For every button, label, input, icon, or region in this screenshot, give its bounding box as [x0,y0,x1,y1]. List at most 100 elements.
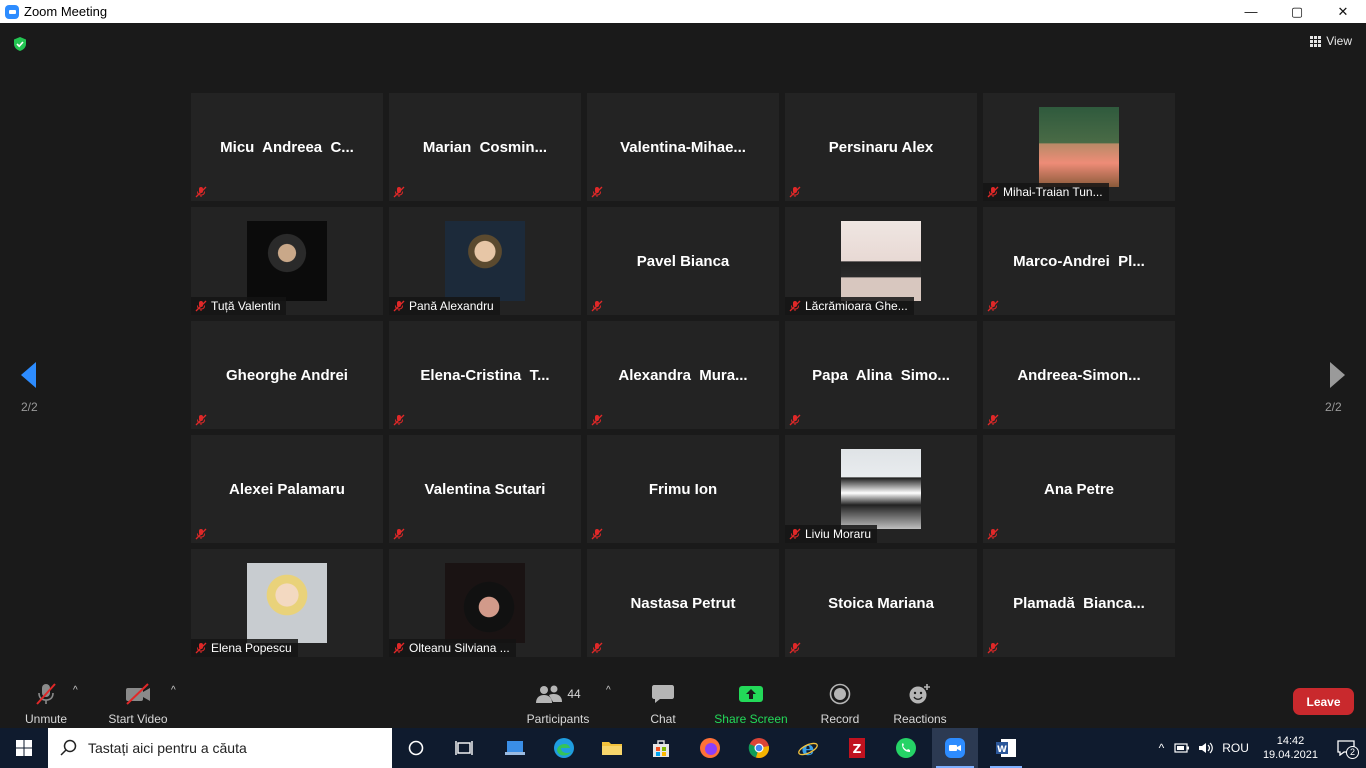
muted-microphone-icon [987,528,999,540]
cortana-circle-icon [408,740,424,756]
participant-name: Lăcrămioara Ghe... [805,299,908,313]
participant-tile[interactable]: Valentina Scutari [389,435,581,543]
participant-tile[interactable]: Nastasa Petrut [587,549,779,657]
muted-microphone-icon [195,300,207,312]
participant-name-label: Pană Alexandru [389,297,500,315]
muted-microphone-icon [789,300,801,312]
taskbar-app-ie[interactable]: e [790,728,826,768]
start-video-button[interactable]: Start Video [105,673,171,728]
show-hidden-icons-chevron-icon[interactable]: ^ [1159,741,1165,755]
audio-options-caret-icon[interactable]: ^ [73,685,78,696]
unmute-button[interactable]: Unmute [20,673,72,728]
taskbar-app-firefox[interactable] [692,728,728,768]
participant-tile[interactable]: Alexei Palamaru [191,435,383,543]
muted-microphone-icon [591,186,603,198]
taskbar-app-word[interactable]: W [986,728,1026,768]
participant-tile[interactable]: Papa Alina Simo... [785,321,977,429]
search-placeholder: Tastați aici pentru a căuta [88,740,247,756]
record-button[interactable]: Record [818,673,862,728]
previous-page-button[interactable]: 2/2 [0,333,60,443]
taskbar-app-edge[interactable] [546,728,582,768]
taskbar-app-laptop[interactable] [497,728,533,768]
taskbar-app-store[interactable] [643,728,679,768]
participant-tile[interactable]: Valentina-Mihae... [587,93,779,201]
close-button[interactable]: ✕ [1320,0,1366,23]
participant-mute-status [393,413,405,426]
share-screen-button[interactable]: Share Screen [714,673,788,728]
participant-tile[interactable]: Ana Petre [983,435,1175,543]
muted-microphone-icon [393,528,405,540]
participant-name: Persinaru Alex [828,138,934,156]
participant-tile[interactable]: Micu Andreea C... [191,93,383,201]
participant-tile[interactable]: Andreea-Simon... [983,321,1175,429]
taskbar-app-winzip[interactable]: Z [839,728,875,768]
muted-microphone-icon [393,414,405,426]
firefox-icon [700,738,720,758]
grid-view-icon [1310,35,1322,47]
participant-tile[interactable]: Plamadă Bianca... [983,549,1175,657]
clock-date: 19.04.2021 [1262,749,1318,761]
participant-tile[interactable]: Pană Alexandru [389,207,581,315]
participant-tile[interactable]: Elena-Cristina T... [389,321,581,429]
participant-mute-status [987,413,999,426]
muted-microphone-icon [591,300,603,312]
participant-tile[interactable]: Tuță Valentin [191,207,383,315]
encryption-shield-icon[interactable] [12,36,28,52]
clock[interactable]: 14:42 19.04.2021 [1263,734,1318,762]
participant-tile[interactable]: Stoica Mariana [785,549,977,657]
muted-microphone-icon [987,642,999,654]
muted-microphone-icon [789,528,801,540]
participant-tile[interactable]: Mihai-Traian Tun... [983,93,1175,201]
volume-icon[interactable] [1198,741,1214,755]
taskbar-app-explorer[interactable] [594,728,630,768]
taskbar-search[interactable]: Tastați aici pentru a căuta [48,728,392,768]
task-view-button[interactable] [446,728,482,768]
participant-mute-status [987,641,999,654]
participant-name: Stoica Mariana [828,594,934,612]
participant-tile[interactable]: Liviu Moraru [785,435,977,543]
start-button[interactable] [0,728,48,768]
participant-tile[interactable]: Marian Cosmin... [389,93,581,201]
reactions-button[interactable]: Reactions [892,673,948,728]
participant-name-label: Elena Popescu [191,639,298,657]
taskbar-app-chrome[interactable] [741,728,777,768]
chat-button[interactable]: Chat [643,673,683,728]
leave-button[interactable]: Leave [1293,688,1354,715]
participants-options-caret-icon[interactable]: ^ [606,685,611,696]
zoom-app-icon [5,4,19,19]
participant-tile[interactable]: Alexandra Mura... [587,321,779,429]
participant-tile[interactable]: Gheorghe Andrei [191,321,383,429]
participant-tile[interactable]: Olteanu Silviana ... [389,549,581,657]
next-page-button[interactable]: 2/2 [1306,333,1366,443]
taskbar-app-whatsapp[interactable] [888,728,924,768]
muted-microphone-icon [591,642,603,654]
page-indicator-left: 2/2 [21,400,38,414]
participant-name: Tuță Valentin [211,299,281,313]
language-indicator[interactable]: ROU [1222,741,1249,755]
participant-tile[interactable]: Persinaru Alex [785,93,977,201]
maximize-button[interactable]: ▢ [1274,0,1320,23]
taskbar-app-zoom[interactable] [932,728,978,768]
participants-count: 44 [567,687,581,701]
participant-tile[interactable]: Pavel Bianca [587,207,779,315]
participant-mute-status [987,527,999,540]
muted-microphone-icon [987,414,999,426]
participant-mute-status [591,413,603,426]
participant-tile[interactable]: Elena Popescu [191,549,383,657]
participant-name-label: Mihai-Traian Tun... [983,183,1109,201]
muted-microphone-icon [987,300,999,312]
cortana-button[interactable] [398,728,434,768]
participant-name: Elena Popescu [211,641,292,655]
participant-video-thumbnail [841,449,921,529]
notification-center-button[interactable]: 2 [1326,728,1366,768]
participant-tile[interactable]: Lăcrămioara Ghe... [785,207,977,315]
participant-name: Alexandra Mura... [618,366,748,384]
video-options-caret-icon[interactable]: ^ [171,685,176,696]
participant-mute-status [591,299,603,312]
minimize-button[interactable]: — [1228,0,1274,23]
participant-tile[interactable]: Frimu Ion [587,435,779,543]
battery-icon[interactable] [1174,741,1190,755]
view-button[interactable]: View [1310,34,1352,48]
participant-tile[interactable]: Marco-Andrei Pl... [983,207,1175,315]
participants-button[interactable]: 44 Participants [524,673,592,728]
